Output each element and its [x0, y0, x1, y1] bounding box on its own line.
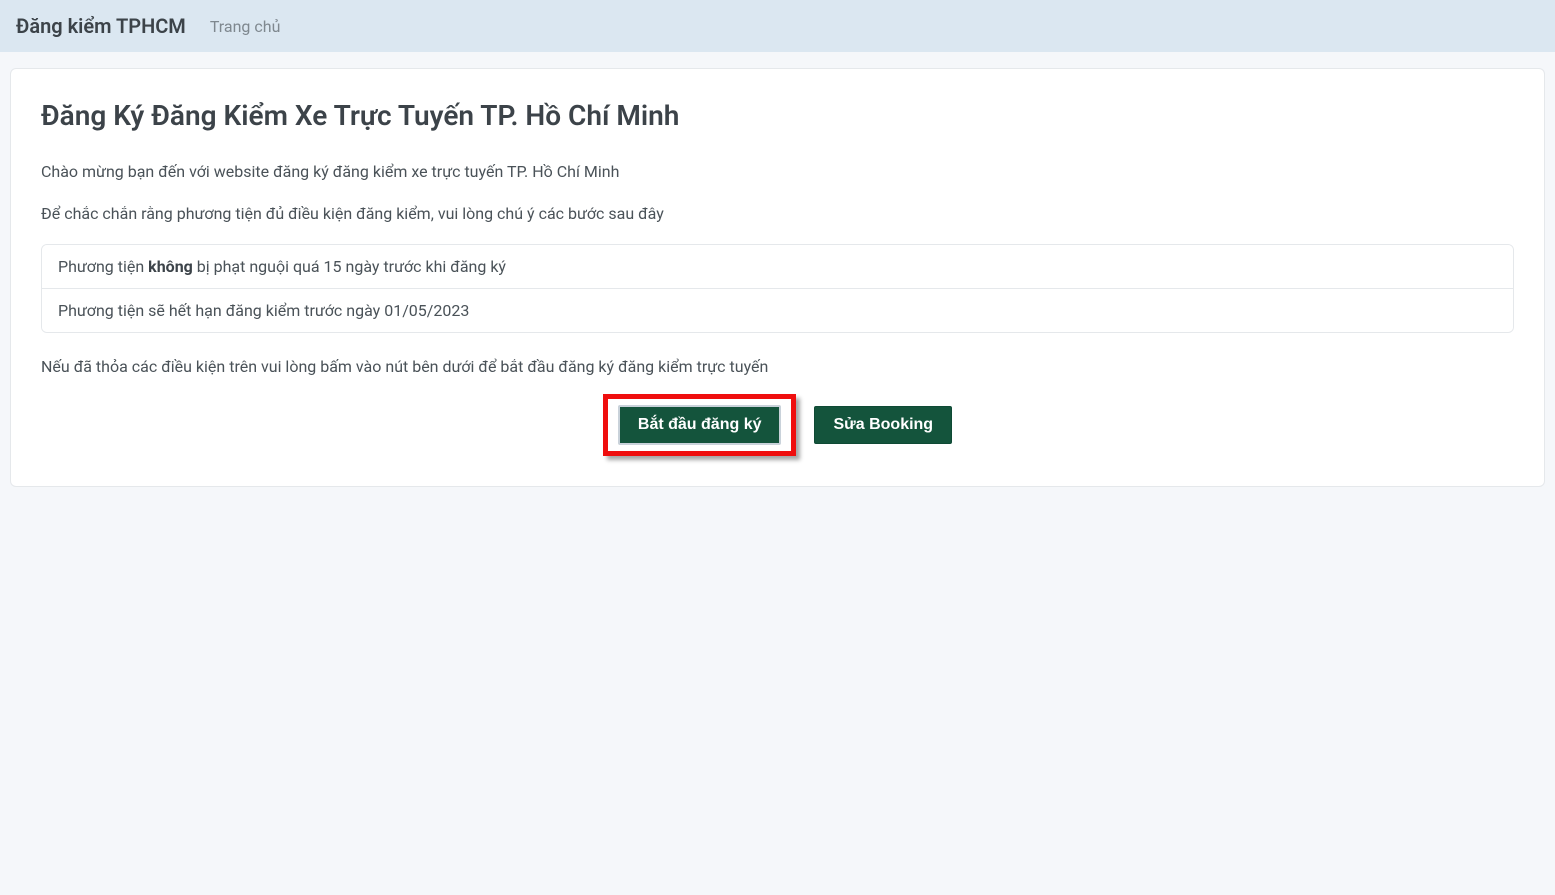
navbar-home-link[interactable]: Trang chủ — [210, 17, 281, 36]
navbar: Đăng kiểm TPHCM Trang chủ — [0, 0, 1555, 52]
button-row: Bắt đầu đăng ký Sửa Booking — [41, 394, 1514, 456]
requirement-item: Phương tiện không bị phạt nguội quá 15 n… — [42, 245, 1513, 289]
main-container: Đăng Ký Đăng Kiểm Xe Trực Tuyến TP. Hồ C… — [10, 68, 1545, 487]
intro-instructions: Để chắc chắn rằng phương tiện đủ điều ki… — [41, 202, 1514, 226]
navbar-brand[interactable]: Đăng kiểm TPHCM — [16, 14, 186, 38]
requirements-list: Phương tiện không bị phạt nguội quá 15 n… — [41, 244, 1514, 333]
cta-text: Nếu đã thỏa các điều kiện trên vui lòng … — [41, 357, 1514, 376]
page-title: Đăng Ký Đăng Kiểm Xe Trực Tuyến TP. Hồ C… — [41, 99, 1514, 132]
start-registration-button[interactable]: Bắt đầu đăng ký — [618, 405, 782, 445]
highlight-annotation: Bắt đầu đăng ký — [603, 394, 797, 456]
requirement-text-prefix: Phương tiện — [58, 257, 148, 276]
edit-booking-button[interactable]: Sửa Booking — [814, 406, 952, 444]
requirement-text-bold: không — [148, 257, 193, 276]
requirement-item: Phương tiện sẽ hết hạn đăng kiểm trước n… — [42, 289, 1513, 332]
intro-welcome: Chào mừng bạn đến với website đăng ký đă… — [41, 160, 1514, 184]
requirement-text-suffix: bị phạt nguội quá 15 ngày trước khi đăng… — [193, 257, 506, 276]
requirement-text-prefix: Phương tiện sẽ hết hạn đăng kiểm trước n… — [58, 301, 469, 320]
main-card: Đăng Ký Đăng Kiểm Xe Trực Tuyến TP. Hồ C… — [10, 68, 1545, 487]
